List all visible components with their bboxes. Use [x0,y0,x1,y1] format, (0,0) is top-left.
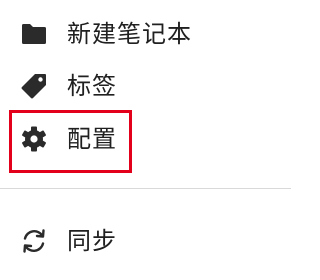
menu-item-settings[interactable]: 配置 [0,114,291,164]
divider [0,188,291,189]
menu-item-label: 新建笔记本 [67,20,192,48]
folder-icon [19,19,49,49]
menu-item-label: 同步 [67,227,117,255]
tag-icon [19,71,49,101]
menu-item-label: 配置 [67,125,117,153]
menu-item-tags[interactable]: 标签 [0,61,291,111]
sync-icon [19,226,49,256]
menu-item-sync[interactable]: 同步 [0,216,291,266]
menu-item-label: 标签 [67,72,117,100]
menu-item-new-notebook[interactable]: 新建笔记本 [0,9,291,59]
gear-icon [19,124,49,154]
